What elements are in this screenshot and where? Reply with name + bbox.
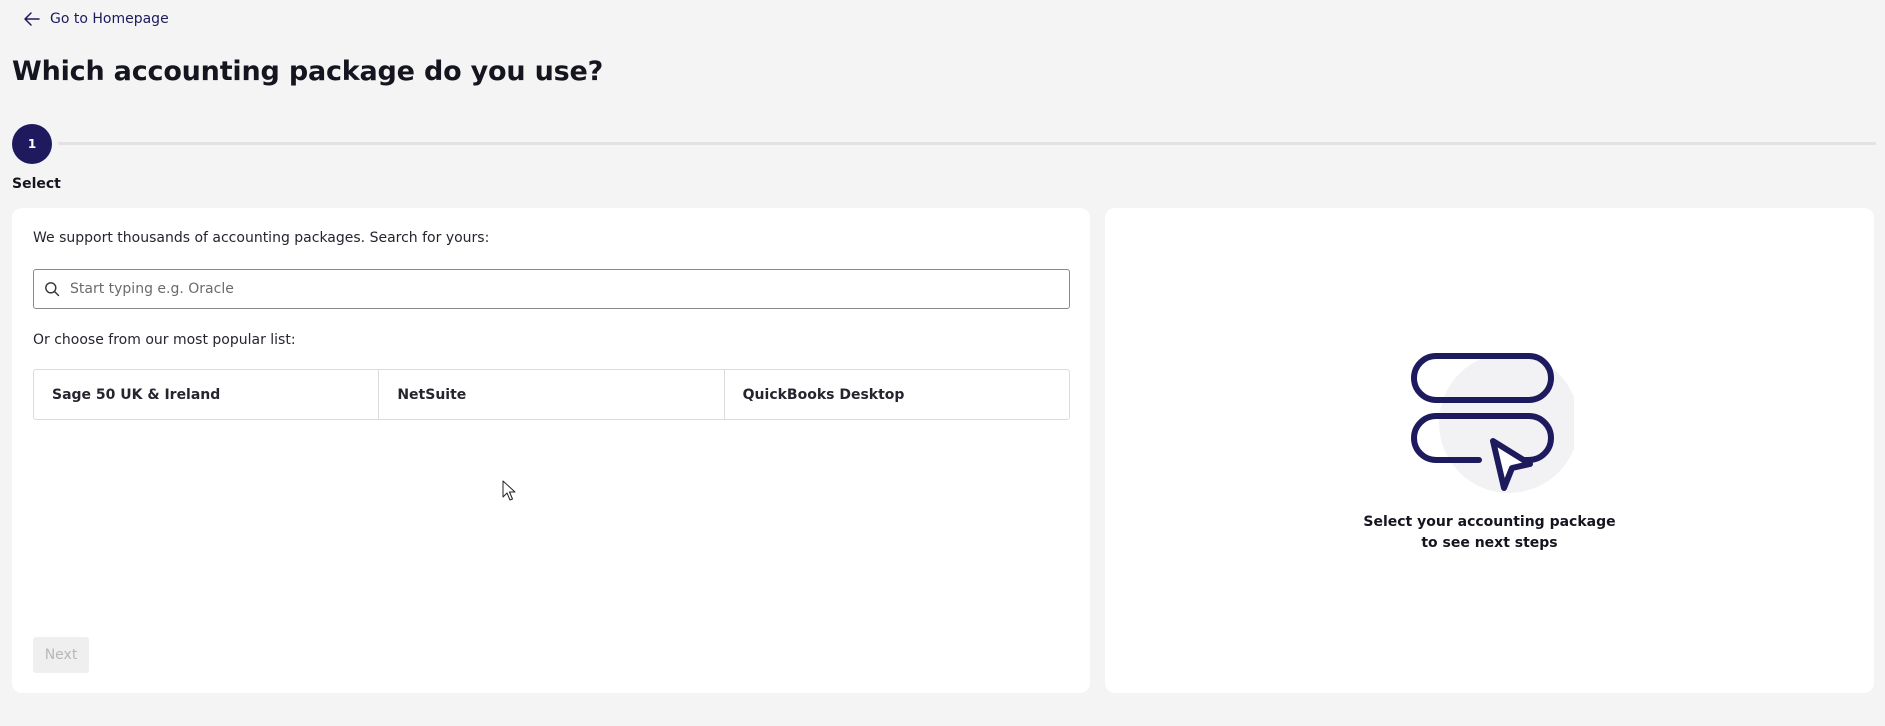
next-steps-message-line1: Select your accounting package: [1363, 514, 1616, 530]
step-label: Select: [12, 176, 61, 192]
search-hint: We support thousands of accounting packa…: [33, 230, 490, 246]
mouse-cursor-icon: [502, 480, 516, 501]
search-icon: [45, 282, 60, 297]
page: Go to Homepage Which accounting package …: [0, 0, 1885, 726]
server-stack-cursor-icon: [1411, 353, 1574, 493]
next-steps-message: Select your accounting package to see ne…: [1105, 512, 1874, 554]
popular-item-quickbooks-desktop[interactable]: QuickBooks Desktop: [725, 370, 1069, 419]
go-to-homepage-label: Go to Homepage: [50, 11, 169, 27]
go-to-homepage-link[interactable]: Go to Homepage: [22, 9, 169, 29]
popular-item-netsuite[interactable]: NetSuite: [379, 370, 725, 419]
progress-stepper: 1: [12, 124, 1876, 164]
search-field[interactable]: [33, 269, 1070, 309]
step-1-indicator: 1: [12, 124, 52, 164]
page-title: Which accounting package do you use?: [12, 56, 604, 87]
popular-list-hint: Or choose from our most popular list:: [33, 332, 296, 348]
next-steps-message-line2: to see next steps: [1421, 535, 1558, 551]
popular-item-sage-50[interactable]: Sage 50 UK & Ireland: [34, 370, 380, 419]
search-input[interactable]: [70, 270, 1069, 308]
popular-packages-list: Sage 50 UK & Ireland NetSuite QuickBooks…: [33, 369, 1070, 420]
select-package-panel: We support thousands of accounting packa…: [12, 208, 1090, 693]
arrow-left-icon: [24, 12, 40, 26]
next-button[interactable]: Next: [33, 637, 89, 673]
next-steps-panel: Select your accounting package to see ne…: [1105, 208, 1874, 693]
step-progress-track: [58, 142, 1876, 145]
